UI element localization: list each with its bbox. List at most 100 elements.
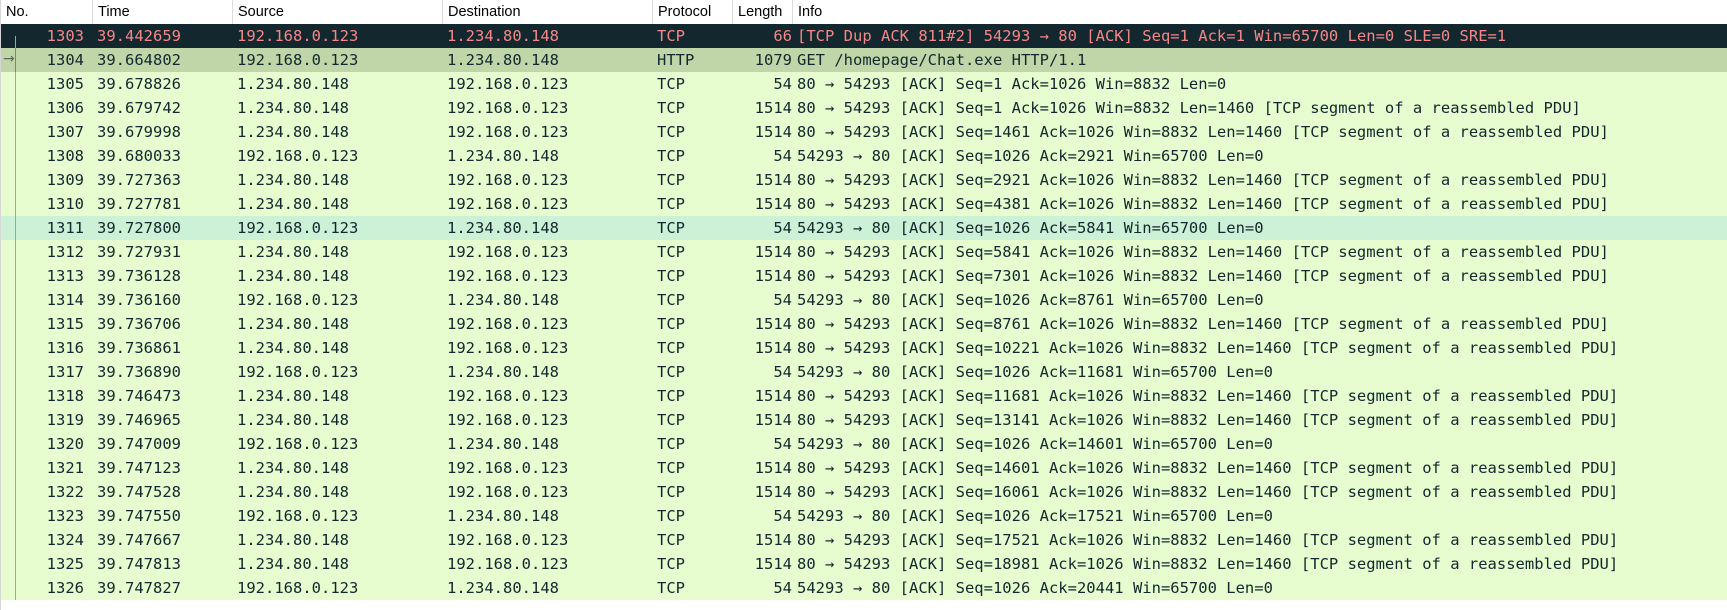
packet-time: 39.678826: [97, 75, 181, 93]
packet-destination: 192.168.0.123: [447, 459, 569, 477]
packet-row[interactable]: 1306 39.679742 1.234.80.148 192.168.0.123 TC…: [1, 96, 1727, 120]
packet-destination: 192.168.0.123: [447, 315, 569, 333]
column-header-length[interactable]: Length: [733, 0, 793, 24]
packet-info: 54293 → 80 [ACK] Seq=1026 Ack=11681 Win=…: [797, 363, 1273, 381]
packet-row[interactable]: 1325 39.747813 1.234.80.148 192.168.0.123 TC…: [1, 552, 1727, 576]
packet-protocol: TCP: [657, 507, 685, 525]
packet-protocol: TCP: [657, 147, 685, 165]
packet-row[interactable]: 1319 39.746965 1.234.80.148 192.168.0.123 TC…: [1, 408, 1727, 432]
packet-destination: 192.168.0.123: [447, 75, 569, 93]
packet-protocol: TCP: [657, 339, 685, 357]
packet-number: 1323: [46, 507, 84, 525]
packet-length: 66: [773, 27, 792, 45]
packet-protocol: TCP: [657, 555, 685, 573]
packet-info: 80 → 54293 [ACK] Seq=1 Ack=1026 Win=8832…: [797, 75, 1227, 93]
packet-row[interactable]: 1316 39.736861 1.234.80.148 192.168.0.123 TC…: [1, 336, 1727, 360]
packet-row[interactable]: 1313 39.736128 1.234.80.148 192.168.0.123 TC…: [1, 264, 1727, 288]
packet-info: 80 → 54293 [ACK] Seq=13141 Ack=1026 Win=…: [797, 411, 1619, 429]
packet-row[interactable]: 1312 39.727931 1.234.80.148 192.168.0.123 TC…: [1, 240, 1727, 264]
packet-source: 192.168.0.123: [237, 27, 359, 45]
packet-protocol: TCP: [657, 411, 685, 429]
packet-time: 39.727931: [97, 243, 181, 261]
column-header-info[interactable]: Info: [793, 0, 1727, 24]
packet-row[interactable]: 1324 39.747667 1.234.80.148 192.168.0.123 TC…: [1, 528, 1727, 552]
packet-destination: 192.168.0.123: [447, 123, 569, 141]
packet-length: 1514: [754, 171, 792, 189]
packet-length: 1514: [754, 411, 792, 429]
packet-number: 1325: [46, 555, 84, 573]
packet-destination: 1.234.80.148: [447, 27, 559, 45]
packet-length: 1514: [754, 387, 792, 405]
packet-length: 1514: [754, 315, 792, 333]
packet-source: 192.168.0.123: [237, 291, 359, 309]
packet-time: 39.736128: [97, 267, 181, 285]
packet-destination: 192.168.0.123: [447, 387, 569, 405]
packet-row[interactable]: 1323 39.747550 192.168.0.123 1.234.80.148 TC…: [1, 504, 1727, 528]
packet-protocol: TCP: [657, 123, 685, 141]
packet-length: 54: [773, 75, 792, 93]
packet-row[interactable]: 1303 39.442659 192.168.0.123 1.234.80.148 TC…: [1, 24, 1727, 48]
packet-protocol: TCP: [657, 315, 685, 333]
packet-row[interactable]: 1308 39.680033 192.168.0.123 1.234.80.148 TC…: [1, 144, 1727, 168]
packet-length: 54: [773, 219, 792, 237]
packet-length: 1514: [754, 267, 792, 285]
packet-protocol: TCP: [657, 387, 685, 405]
packet-number: 1310: [46, 195, 84, 213]
column-header-no[interactable]: No.: [1, 0, 93, 24]
column-header-protocol[interactable]: Protocol: [653, 0, 733, 24]
packet-time: 39.746965: [97, 411, 181, 429]
packet-destination: 192.168.0.123: [447, 339, 569, 357]
packet-row[interactable]: → 1304 39.664802 192.168.0.123 1.234.80.148 H…: [1, 48, 1727, 72]
packet-row[interactable]: 1326 39.747827 192.168.0.123 1.234.80.148 TC…: [1, 576, 1727, 600]
packet-destination: 1.234.80.148: [447, 435, 559, 453]
packet-row[interactable]: 1315 39.736706 1.234.80.148 192.168.0.123 TC…: [1, 312, 1727, 336]
packet-number: 1311: [46, 219, 84, 237]
packet-destination: 192.168.0.123: [447, 483, 569, 501]
packet-source: 1.234.80.148: [237, 267, 349, 285]
packet-row[interactable]: 1317 39.736890 192.168.0.123 1.234.80.148 TC…: [1, 360, 1727, 384]
column-header-time[interactable]: Time: [93, 0, 233, 24]
packet-info: 80 → 54293 [ACK] Seq=1 Ack=1026 Win=8832…: [797, 99, 1581, 117]
packet-number: 1324: [46, 531, 84, 549]
packet-list-header: No. Time Source Destination Protocol Len…: [1, 0, 1727, 25]
packet-number: 1321: [46, 459, 84, 477]
packet-row[interactable]: 1307 39.679998 1.234.80.148 192.168.0.123 TC…: [1, 120, 1727, 144]
packet-time: 39.727781: [97, 195, 181, 213]
packet-length: 1514: [754, 531, 792, 549]
packet-row[interactable]: 1314 39.736160 192.168.0.123 1.234.80.148 TC…: [1, 288, 1727, 312]
packet-row[interactable]: 1320 39.747009 192.168.0.123 1.234.80.148 TC…: [1, 432, 1727, 456]
packet-row[interactable]: 1322 39.747528 1.234.80.148 192.168.0.123 TC…: [1, 480, 1727, 504]
packet-time: 39.727800: [97, 219, 181, 237]
packet-time: 39.746473: [97, 387, 181, 405]
column-header-source[interactable]: Source: [233, 0, 443, 24]
packet-protocol: TCP: [657, 267, 685, 285]
packet-row[interactable]: 1305 39.678826 1.234.80.148 192.168.0.123 TC…: [1, 72, 1727, 96]
packet-time: 39.736861: [97, 339, 181, 357]
packet-number: 1307: [46, 123, 84, 141]
packet-destination: 192.168.0.123: [447, 555, 569, 573]
packet-info: 80 → 54293 [ACK] Seq=18981 Ack=1026 Win=…: [797, 555, 1619, 573]
packet-number: 1319: [46, 411, 84, 429]
packet-destination: 1.234.80.148: [447, 363, 559, 381]
packet-row[interactable]: 1318 39.746473 1.234.80.148 192.168.0.123 TC…: [1, 384, 1727, 408]
packet-row[interactable]: 1311 39.727800 192.168.0.123 1.234.80.148 TC…: [1, 216, 1727, 240]
packet-number: 1318: [46, 387, 84, 405]
packet-time: 39.679998: [97, 123, 181, 141]
packet-row[interactable]: 1309 39.727363 1.234.80.148 192.168.0.123 TC…: [1, 168, 1727, 192]
packet-info: 80 → 54293 [ACK] Seq=14601 Ack=1026 Win=…: [797, 459, 1619, 477]
packet-row[interactable]: 1310 39.727781 1.234.80.148 192.168.0.123 TC…: [1, 192, 1727, 216]
packet-number: 1303: [46, 27, 84, 45]
packet-protocol: HTTP: [657, 51, 695, 69]
packet-rows: 1303 39.442659 192.168.0.123 1.234.80.148 TC…: [1, 24, 1727, 600]
packet-source: 1.234.80.148: [237, 195, 349, 213]
packet-time: 39.736706: [97, 315, 181, 333]
packet-time: 39.747009: [97, 435, 181, 453]
packet-destination: 1.234.80.148: [447, 219, 559, 237]
packet-row[interactable]: 1321 39.747123 1.234.80.148 192.168.0.123 TC…: [1, 456, 1727, 480]
packet-source: 1.234.80.148: [237, 387, 349, 405]
column-header-destination[interactable]: Destination: [443, 0, 653, 24]
packet-length: 1514: [754, 339, 792, 357]
packet-info: 80 → 54293 [ACK] Seq=4381 Ack=1026 Win=8…: [797, 195, 1609, 213]
packet-source: 192.168.0.123: [237, 507, 359, 525]
packet-length: 54: [773, 507, 792, 525]
